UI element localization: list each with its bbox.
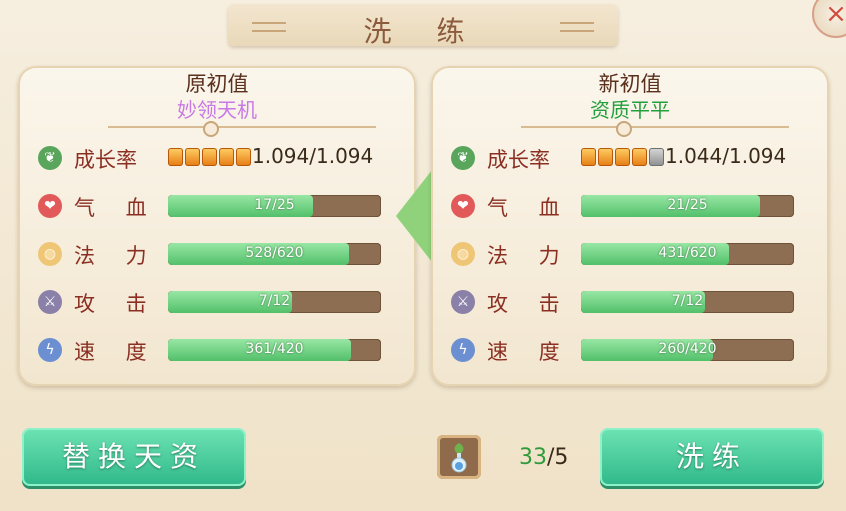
sword-icon: ⚔ [38, 290, 62, 314]
bar-value: 21/25 [667, 197, 708, 213]
lightning-icon: ϟ [38, 338, 62, 362]
growth-label: 成长率 [487, 148, 550, 172]
divider [108, 126, 376, 128]
stat-row-hp: ❤ 气 血 21/25 [451, 192, 821, 222]
bar-value: 7/12 [258, 293, 291, 309]
stat-label: 速 度 [74, 340, 159, 364]
replace-talent-button[interactable]: 替换天资 [22, 428, 246, 486]
item-required: /5 [547, 445, 569, 470]
progress-bar: 431/620 [581, 243, 794, 265]
growth-block [185, 148, 200, 166]
item-owned: 33 [519, 445, 547, 470]
progress-bar: 21/25 [581, 195, 794, 217]
growth-block [598, 148, 613, 166]
heart-icon: ❤ [38, 194, 62, 218]
title-bar: 洗 练 [228, 4, 618, 48]
growth-label: 成长率 [74, 148, 137, 172]
stat-label: 法 力 [487, 244, 572, 268]
growth-block [202, 148, 217, 166]
growth-value: 1.094/1.094 [252, 144, 374, 168]
stat-row-mp: ◍ 法 力 431/620 [451, 240, 821, 270]
refine-window: 洗 练 × 原初值 妙领天机 ❦ 成长率 1.094/1.094 ❤ 气 血 1… [0, 0, 846, 511]
growth-block [615, 148, 630, 166]
item-count: 33/5 [519, 445, 568, 470]
stat-row-spd: ϟ 速 度 361/420 [38, 336, 408, 366]
title-ornament-right [560, 22, 594, 32]
mana-icon: ◍ [451, 242, 475, 266]
stat-row-hp: ❤ 气 血 17/25 [38, 192, 408, 222]
potion-bottle-icon [451, 443, 467, 473]
mana-icon: ◍ [38, 242, 62, 266]
growth-block [632, 148, 647, 166]
stat-row-atk: ⚔ 攻 击 7/12 [38, 288, 408, 318]
growth-block [168, 148, 183, 166]
arrow-left-icon [396, 170, 432, 262]
close-button[interactable]: × [812, 0, 846, 38]
growth-row: ❦ 成长率 1.094/1.094 [38, 144, 408, 174]
growth-block [649, 148, 664, 166]
stat-label: 法 力 [74, 244, 159, 268]
growth-block [581, 148, 596, 166]
bar-value: 361/420 [245, 341, 304, 357]
growth-blocks [581, 148, 666, 168]
divider-ornament [616, 121, 632, 137]
progress-bar: 7/12 [581, 291, 794, 313]
refine-button[interactable]: 洗练 [600, 428, 824, 486]
progress-bar: 7/12 [168, 291, 381, 313]
stat-label: 气 血 [487, 196, 572, 220]
bar-value: 260/420 [658, 341, 717, 357]
bar-value: 431/620 [658, 245, 717, 261]
stat-row-atk: ⚔ 攻 击 7/12 [451, 288, 821, 318]
quality-label: 妙领天机 [177, 98, 257, 122]
stat-label: 气 血 [74, 196, 159, 220]
sprout-icon: ❦ [451, 146, 475, 170]
heart-icon: ❤ [451, 194, 475, 218]
new-values-panel: 新初值 资质平平 ❦ 成长率 1.044/1.094 ❤ 气 血 21/25 ◍… [431, 66, 829, 386]
progress-bar: 528/620 [168, 243, 381, 265]
growth-blocks [168, 148, 253, 168]
original-values-panel: 原初值 妙领天机 ❦ 成长率 1.094/1.094 ❤ 气 血 17/25 ◍… [18, 66, 416, 386]
growth-row: ❦ 成长率 1.044/1.094 [451, 144, 821, 174]
stat-label: 攻 击 [487, 292, 572, 316]
stat-label: 攻 击 [74, 292, 159, 316]
growth-value: 1.044/1.094 [665, 144, 787, 168]
stat-row-mp: ◍ 法 力 528/620 [38, 240, 408, 270]
sword-icon: ⚔ [451, 290, 475, 314]
bar-value: 17/25 [254, 197, 295, 213]
stat-label: 速 度 [487, 340, 572, 364]
divider [521, 126, 789, 128]
divider-ornament [203, 121, 219, 137]
bar-value: 528/620 [245, 245, 304, 261]
progress-bar: 260/420 [581, 339, 794, 361]
progress-bar: 17/25 [168, 195, 381, 217]
growth-block [236, 148, 251, 166]
bar-value: 7/12 [671, 293, 704, 309]
sprout-icon: ❦ [38, 146, 62, 170]
refine-item-slot[interactable] [437, 435, 481, 479]
progress-bar: 361/420 [168, 339, 381, 361]
growth-block [219, 148, 234, 166]
lightning-icon: ϟ [451, 338, 475, 362]
stat-row-spd: ϟ 速 度 260/420 [451, 336, 821, 366]
quality-label: 资质平平 [590, 98, 670, 122]
